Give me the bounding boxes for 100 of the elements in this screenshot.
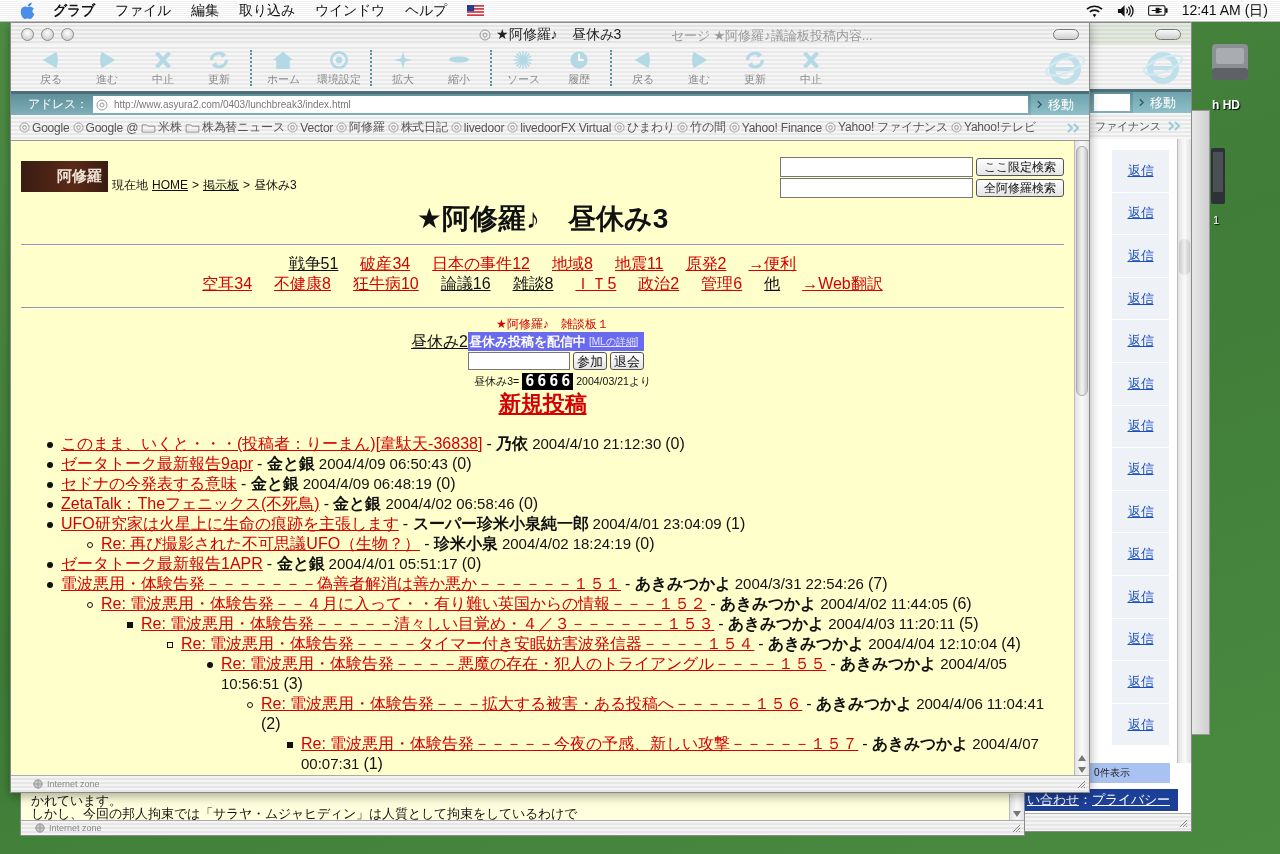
desktop-icon-label[interactable]: 1 xyxy=(1213,214,1220,226)
reply-link[interactable]: 返信 xyxy=(1127,374,1154,393)
chevron-icon[interactable] xyxy=(1168,121,1182,131)
address-field[interactable] xyxy=(1094,94,1130,111)
menu-item[interactable]: ファイル xyxy=(115,1,171,20)
reply-link[interactable]: 返信 xyxy=(1127,204,1154,223)
category-link[interactable]: 地域8 xyxy=(552,255,593,272)
search-field[interactable] xyxy=(780,178,973,198)
scrollbar[interactable] xyxy=(1009,794,1024,820)
thread-link[interactable]: Re: 電波悪用・体験告発－－４月に入って・・有り難い英国からの情報－－－１５２ xyxy=(101,594,707,614)
toolbar-toggle-button[interactable] xyxy=(1053,28,1079,40)
toolbar-toggle-button[interactable] xyxy=(1155,28,1181,40)
breadcrumb-link[interactable]: 掲示板 xyxy=(203,178,239,192)
category-link[interactable]: 原発2 xyxy=(685,255,727,272)
reply-link[interactable]: 返信 xyxy=(1127,630,1154,649)
breadcrumb-link[interactable]: HOME xyxy=(152,178,188,192)
window-minimize-button[interactable] xyxy=(41,27,54,41)
category-link[interactable]: 地震11 xyxy=(614,255,664,272)
email-field[interactable] xyxy=(467,352,570,370)
favorite-link[interactable]: 米株 xyxy=(158,119,182,136)
scrollbar[interactable] xyxy=(1074,141,1089,775)
favorite-link[interactable]: 株式日記 xyxy=(400,119,448,136)
reply-link[interactable]: 返信 xyxy=(1127,545,1154,564)
favorite-link[interactable]: Yahoo!テレビ xyxy=(964,119,1036,136)
menu-item[interactable]: ウインドウ xyxy=(315,1,385,20)
category-link[interactable]: 雑談8 xyxy=(512,275,554,292)
favorite-link[interactable]: livedoorFX Virtual xyxy=(520,120,612,135)
category-link[interactable]: 管理6 xyxy=(701,275,743,292)
thread-link[interactable]: ゼータトーク最新報告1APR xyxy=(61,554,263,574)
toolbar-button[interactable]: 中止 xyxy=(783,45,839,91)
wifi-icon[interactable] xyxy=(1085,3,1103,18)
thread-link[interactable]: 電波悪用・体験告発－－－－－－－偽善者解消は善か悪か－－－－－－１５１ xyxy=(61,574,621,594)
reply-link[interactable]: 返信 xyxy=(1127,459,1154,478)
scrollbar[interactable] xyxy=(1177,139,1191,763)
form-button[interactable]: 参加 xyxy=(572,352,607,370)
scroll-down-arrow-icon[interactable] xyxy=(1078,767,1086,773)
favorite-link[interactable]: ファイナンス xyxy=(1095,118,1161,134)
apple-logo-icon[interactable] xyxy=(19,1,36,20)
reply-link[interactable]: 返信 xyxy=(1127,417,1154,436)
app-menu[interactable]: グラブ xyxy=(53,1,95,20)
category-link[interactable]: 不健康8 xyxy=(274,275,331,292)
favorite-link[interactable]: 阿修羅 xyxy=(349,119,385,136)
resize-grip-icon[interactable] xyxy=(1178,817,1188,828)
window-zoom-button[interactable] xyxy=(61,27,74,41)
previous-board-link[interactable]: 昼休み2 xyxy=(411,332,468,351)
toolbar-button[interactable]: ホーム xyxy=(255,45,311,91)
reply-link[interactable]: 返信 xyxy=(1127,247,1154,265)
reply-link[interactable]: 返信 xyxy=(1127,332,1154,351)
scroll-down-arrow-icon[interactable] xyxy=(1013,811,1021,817)
search-button[interactable]: 全阿修羅検索 xyxy=(976,179,1064,197)
reply-link[interactable]: 返信 xyxy=(1127,715,1154,734)
footer-link[interactable]: い合わせ xyxy=(1027,791,1079,809)
menu-item[interactable]: 取り込み xyxy=(239,1,295,20)
category-link[interactable]: 空耳34 xyxy=(202,275,253,292)
category-link[interactable]: 他 xyxy=(764,275,781,292)
scrollbar-thumb[interactable] xyxy=(1076,146,1088,396)
category-link[interactable]: 破産34 xyxy=(360,255,411,272)
battery-icon[interactable] xyxy=(1147,5,1168,16)
category-link[interactable]: 日本の事件12 xyxy=(432,255,530,272)
category-link[interactable]: 政治2 xyxy=(638,275,680,292)
site-logo[interactable]: 阿修羅 xyxy=(21,161,108,192)
scrollbar-thumb[interactable] xyxy=(1179,239,1190,275)
favorite-link[interactable]: Yahoo! Finance xyxy=(741,120,823,135)
favorite-link[interactable]: 株為替ニュース xyxy=(201,119,285,136)
favorite-link[interactable]: Google xyxy=(32,120,70,135)
category-link[interactable]: ＩＴ5 xyxy=(575,275,617,292)
category-link[interactable]: →便利 xyxy=(748,255,797,272)
resize-grip-icon[interactable] xyxy=(1076,779,1086,789)
thread-link[interactable]: ゼータトーク最新報告9apr xyxy=(61,454,254,474)
form-button[interactable]: 退会 xyxy=(609,352,644,370)
search-button[interactable]: ここ限定検索 xyxy=(976,158,1064,176)
thread-link[interactable]: Re: 電波悪用・体験告発－－－－悪魔の存在・犯人のトライアングル－－－－１５５ xyxy=(221,654,827,674)
desktop-icon-label[interactable]: h HD xyxy=(1212,98,1240,112)
chevron-icon[interactable] xyxy=(1067,122,1081,133)
favorite-link[interactable]: Vector xyxy=(300,120,334,135)
favorite-link[interactable]: ひまわり xyxy=(627,119,675,136)
toolbar-button[interactable]: 履歴 xyxy=(551,45,607,91)
menu-item[interactable]: 編集 xyxy=(191,1,219,20)
favorite-link[interactable]: 竹の間 xyxy=(690,119,726,136)
category-link[interactable]: 狂牛病10 xyxy=(352,275,419,292)
favorite-link[interactable]: livedoor xyxy=(463,120,505,135)
footer-link[interactable]: プライバシー xyxy=(1092,791,1170,809)
reply-link[interactable]: 返信 xyxy=(1127,672,1154,691)
toolbar-button[interactable]: 拡大 xyxy=(375,45,431,91)
reply-link[interactable]: 返信 xyxy=(1127,502,1154,521)
reply-link[interactable]: 返信 xyxy=(1127,161,1154,180)
thread-link[interactable]: UFO研究家は火星上に生命の痕跡を主張します xyxy=(61,514,399,534)
reply-link[interactable]: 返信 xyxy=(1127,587,1154,606)
device-icon[interactable] xyxy=(1211,148,1225,204)
scroll-up-arrow-icon[interactable] xyxy=(1078,755,1086,761)
resize-grip-icon[interactable] xyxy=(1011,823,1021,833)
thread-link[interactable]: ZetaTalk：Theフェニックス(不死鳥) xyxy=(61,494,320,514)
menu-item[interactable]: ヘルプ xyxy=(405,1,447,20)
thread-link[interactable]: Re: 電波悪用・体験告発－－－拡大する被害・ある投稿へ－－－－－１５６ xyxy=(261,694,803,714)
thread-link[interactable]: Re: 電波悪用・体験告発－－－－－今夜の予感、新しい攻撃－－－－－１５７ xyxy=(301,734,859,754)
category-link[interactable]: →Web翻訳 xyxy=(802,275,883,292)
flag-icon[interactable] xyxy=(467,5,484,16)
thread-link[interactable]: このまま、いくと・・・(投稿者：りーまん)[韋駄天-36838] xyxy=(61,434,483,454)
volume-icon[interactable] xyxy=(1116,3,1134,18)
favorite-link[interactable]: Google @ xyxy=(85,120,139,135)
